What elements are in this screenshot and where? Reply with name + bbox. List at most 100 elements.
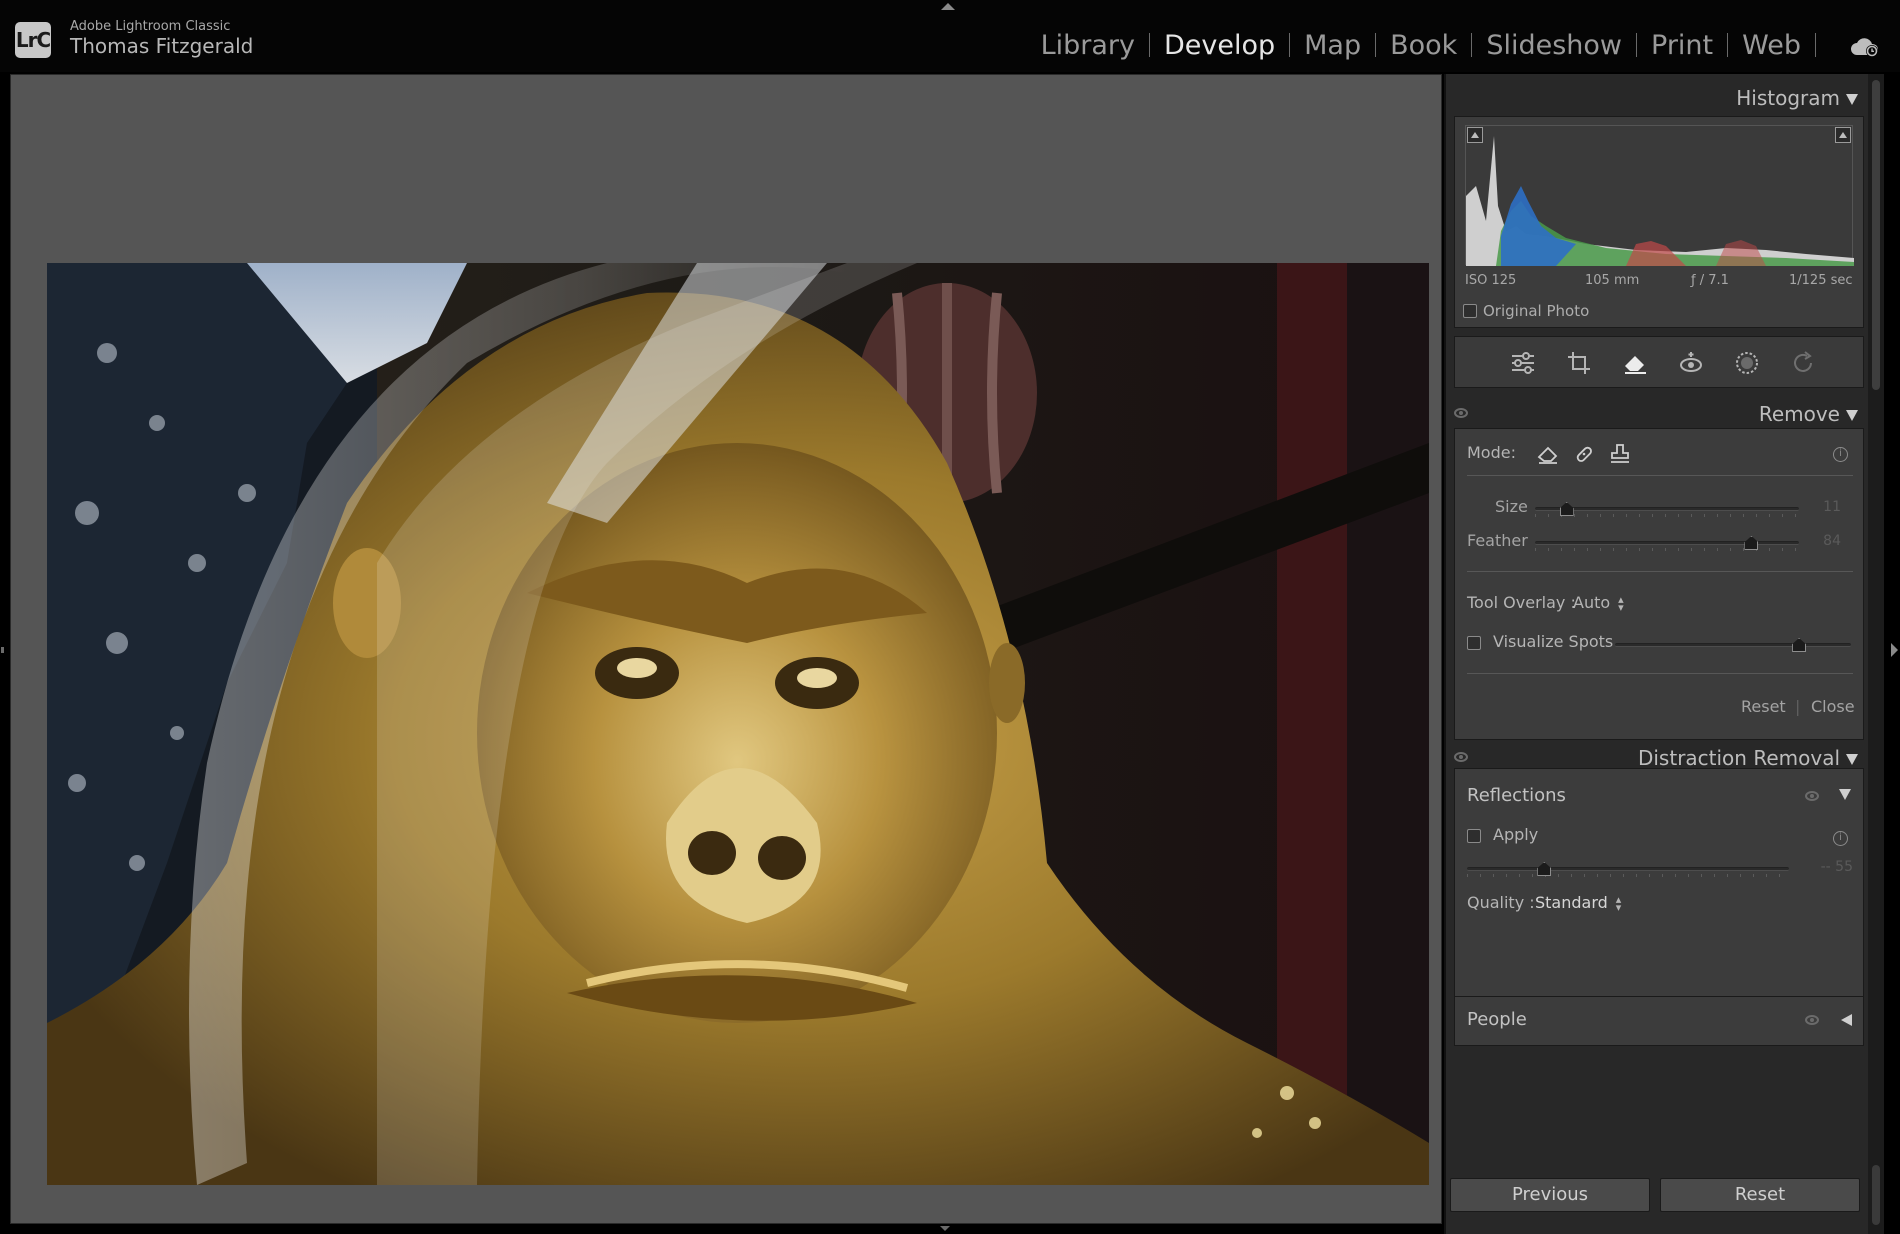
info-icon[interactable]: i: [1833, 447, 1848, 462]
reflections-amount-value[interactable]: -- 55: [1817, 859, 1853, 875]
develop-canvas[interactable]: [10, 74, 1442, 1224]
exif-iso: ISO 125: [1465, 273, 1517, 288]
right-panel-scroll-thumb[interactable]: [1872, 80, 1880, 390]
size-value[interactable]: 11: [1805, 499, 1841, 515]
reflections-title[interactable]: Reflections: [1467, 785, 1566, 806]
collapse-triangle-icon[interactable]: [1846, 754, 1858, 765]
tool-overlay-label: Tool Overlay :: [1467, 593, 1576, 612]
module-book[interactable]: Book: [1390, 30, 1457, 61]
remove-reset-button[interactable]: Reset: [1741, 697, 1786, 716]
visualize-spots-checkbox[interactable]: [1467, 635, 1481, 650]
size-slider-thumb[interactable]: [1559, 502, 1574, 516]
exif-shutter: 1/125 sec: [1789, 273, 1853, 288]
remove-header[interactable]: Remove: [1446, 396, 1870, 430]
reflections-visibility-eye-icon[interactable]: [1805, 791, 1819, 801]
module-separator: [1727, 33, 1729, 57]
people-title[interactable]: People: [1467, 1009, 1527, 1030]
reflections-amount-slider[interactable]: [1467, 862, 1789, 877]
reflections-section: Reflections Apply i -- 55 Quality : Stan…: [1454, 768, 1864, 998]
feather-value[interactable]: 84: [1805, 533, 1841, 549]
panel-visibility-eye-icon[interactable]: [1454, 752, 1468, 762]
button-separator: |: [1795, 697, 1801, 716]
remove-close-button[interactable]: Close: [1811, 697, 1855, 716]
people-visibility-eye-icon[interactable]: [1805, 1015, 1819, 1025]
histogram-graph[interactable]: [1465, 125, 1854, 266]
slider-ticks: [1535, 548, 1799, 551]
heal-bandage-icon[interactable]: [1571, 441, 1597, 467]
clone-stamp-icon[interactable]: [1607, 441, 1633, 467]
visualize-spots-label: Visualize Spots: [1493, 632, 1614, 651]
remove-panel: Mode: i Size 11 Feather 84 Tool Overlay …: [1454, 428, 1864, 740]
apply-label: Apply: [1493, 825, 1539, 844]
apply-checkbox[interactable]: [1467, 828, 1481, 843]
module-separator: [1471, 33, 1473, 57]
right-panel: Histogram ISO 125 105 mm ƒ / 7.1 1/125 s…: [1444, 74, 1868, 1234]
module-develop[interactable]: Develop: [1164, 30, 1275, 61]
collapse-triangle-icon[interactable]: [1846, 94, 1858, 105]
size-slider[interactable]: [1535, 502, 1799, 517]
updown-arrows-icon: ▴ ▾: [1615, 892, 1622, 914]
expand-triangle-icon[interactable]: [1841, 1014, 1852, 1026]
divider: [1467, 571, 1853, 572]
tool-overlay-select[interactable]: Auto ▴ ▾: [1573, 592, 1624, 614]
original-photo-checkbox[interactable]: [1463, 304, 1477, 318]
module-separator: [1636, 33, 1638, 57]
visualize-spots-slider[interactable]: [1615, 638, 1851, 652]
reset-icon[interactable]: [1787, 347, 1819, 379]
module-web[interactable]: Web: [1742, 30, 1801, 61]
module-map[interactable]: Map: [1304, 30, 1361, 61]
previous-button[interactable]: Previous: [1450, 1178, 1650, 1212]
updown-arrows-icon: ▴ ▾: [1618, 592, 1624, 614]
info-icon[interactable]: i: [1833, 831, 1848, 846]
remove-title: Remove: [1758, 402, 1840, 426]
collapse-triangle-icon[interactable]: [1839, 789, 1851, 800]
remove-eraser-icon[interactable]: [1619, 347, 1651, 379]
distraction-removal-title: Distraction Removal: [1637, 746, 1840, 770]
quality-value: Standard: [1535, 893, 1608, 912]
module-separator: [1375, 33, 1377, 57]
original-photo-toggle[interactable]: Original Photo: [1463, 302, 1589, 320]
bottom-button-bar: Previous Reset: [1450, 1178, 1860, 1214]
panel-visibility-eye-icon[interactable]: [1454, 408, 1468, 418]
visualize-spots-slider-thumb[interactable]: [1792, 638, 1807, 652]
apply-toggle[interactable]: Apply: [1467, 825, 1538, 844]
collapse-triangle-icon[interactable]: [1846, 410, 1858, 421]
top-panel-toggle-icon[interactable]: [941, 3, 955, 10]
reset-button[interactable]: Reset: [1660, 1178, 1860, 1212]
edit-sliders-icon[interactable]: [1507, 347, 1539, 379]
divider: [1467, 673, 1853, 674]
masking-icon[interactable]: [1731, 347, 1763, 379]
left-panel-toggle-icon[interactable]: [1, 647, 4, 653]
slider-ticks: [1535, 514, 1799, 517]
photo-preview[interactable]: [47, 263, 1429, 1185]
bottom-scroll-thumb[interactable]: [1872, 1165, 1880, 1225]
right-panel-toggle-icon[interactable]: [1891, 643, 1898, 657]
feather-label: Feather: [1467, 531, 1528, 550]
identity-plate-user[interactable]: Thomas Fitzgerald: [70, 34, 253, 58]
crop-icon[interactable]: [1563, 347, 1595, 379]
quality-label: Quality :: [1467, 893, 1535, 912]
reflections-amount-slider-thumb[interactable]: [1537, 862, 1552, 876]
people-section[interactable]: People: [1454, 996, 1864, 1046]
quality-select[interactable]: Standard ▴ ▾: [1535, 892, 1622, 914]
tool-strip: [1454, 336, 1864, 388]
content-aware-eraser-icon[interactable]: [1535, 441, 1561, 467]
highlight-clipping-icon[interactable]: [1835, 127, 1851, 143]
module-library[interactable]: Library: [1041, 30, 1135, 61]
bottom-panel-toggle-icon[interactable]: [940, 1226, 950, 1231]
module-slideshow[interactable]: Slideshow: [1486, 30, 1622, 61]
size-label: Size: [1495, 497, 1528, 516]
module-separator: [1289, 33, 1291, 57]
module-print[interactable]: Print: [1651, 30, 1713, 61]
lrc-logo: LrC: [15, 22, 51, 58]
histogram-panel: ISO 125 105 mm ƒ / 7.1 1/125 sec Origina…: [1454, 116, 1864, 328]
cloud-sync-icon[interactable]: [1850, 36, 1880, 58]
tool-overlay-value: Auto: [1573, 593, 1611, 612]
slider-ticks: [1467, 874, 1789, 877]
shadow-clipping-icon[interactable]: [1467, 127, 1483, 143]
visualize-spots-toggle[interactable]: Visualize Spots: [1467, 632, 1613, 651]
feather-slider[interactable]: [1535, 536, 1799, 551]
histogram-header[interactable]: Histogram: [1446, 80, 1870, 114]
red-eye-icon[interactable]: [1675, 347, 1707, 379]
feather-slider-thumb[interactable]: [1744, 536, 1759, 550]
